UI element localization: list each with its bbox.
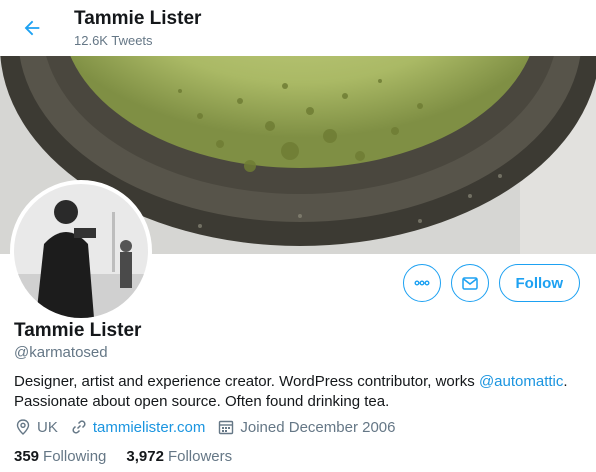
profile-name: Tammie Lister bbox=[14, 320, 142, 341]
following-stat[interactable]: 359 Following bbox=[14, 448, 106, 465]
profile-stats: 359 Following 3,972 Followers bbox=[14, 448, 252, 465]
header-title: Tammie Lister bbox=[74, 8, 202, 29]
more-icon bbox=[414, 280, 429, 286]
link-icon bbox=[72, 420, 86, 434]
back-button[interactable] bbox=[14, 10, 50, 46]
profile-bio: Designer, artist and experience creator.… bbox=[14, 372, 584, 412]
more-button[interactable] bbox=[402, 264, 441, 302]
profile-meta: UK tammielister.com Joined December 2006 bbox=[14, 418, 407, 436]
location-item: UK bbox=[14, 418, 58, 436]
location-text: UK bbox=[37, 418, 58, 436]
website-link[interactable]: tammielister.com bbox=[93, 419, 206, 436]
followers-stat[interactable]: 3,972 Followers bbox=[126, 448, 232, 465]
joined-text: Joined December 2006 bbox=[240, 418, 396, 436]
follow-button[interactable]: Follow bbox=[498, 264, 580, 302]
profile-actions: Follow bbox=[402, 264, 580, 302]
website-item: tammielister.com bbox=[70, 418, 206, 436]
profile-header: Tammie Lister 12.6K Tweets bbox=[0, 0, 596, 56]
bio-text: Designer, artist and experience creator.… bbox=[14, 373, 479, 390]
following-label: Following bbox=[43, 448, 107, 465]
message-button[interactable] bbox=[450, 264, 489, 302]
following-count: 359 bbox=[14, 448, 40, 465]
bio-mention-link[interactable]: @automattic bbox=[479, 373, 563, 390]
back-arrow-icon bbox=[24, 20, 40, 36]
followers-count: 3,972 bbox=[126, 448, 164, 465]
profile-handle: @karmatosed bbox=[14, 344, 108, 361]
joined-item: Joined December 2006 bbox=[217, 418, 395, 436]
avatar[interactable] bbox=[10, 180, 152, 322]
calendar-icon bbox=[219, 420, 234, 435]
followers-label: Followers bbox=[167, 448, 233, 465]
location-icon bbox=[16, 419, 30, 435]
mail-icon bbox=[461, 277, 478, 290]
tweet-count: 12.6K Tweets bbox=[74, 33, 153, 48]
